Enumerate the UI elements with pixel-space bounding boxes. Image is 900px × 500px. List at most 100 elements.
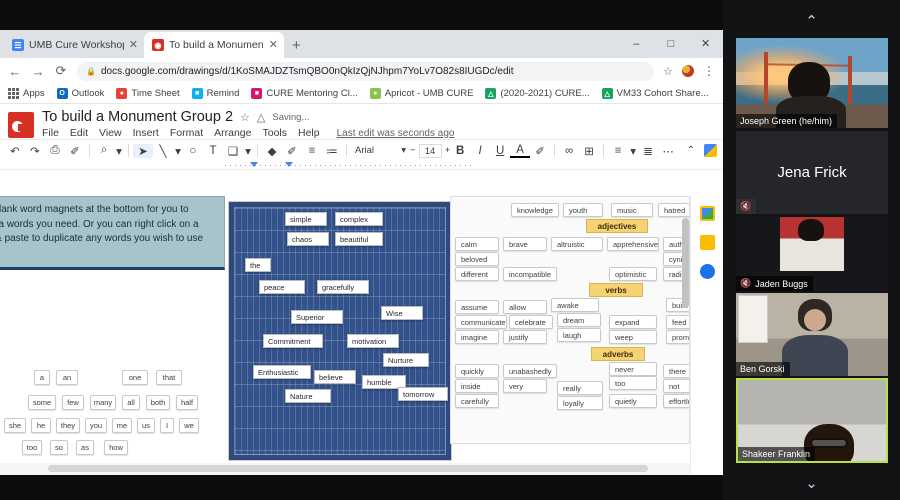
magnet-laugh[interactable]: laugh [557, 328, 601, 342]
font-size-value[interactable]: 14 [419, 144, 442, 158]
browser-tab-1[interactable]: ☰ UMB Cure Workshop Concept.d ✕ [4, 32, 144, 58]
magnet-weep[interactable]: weep [609, 330, 657, 344]
keep-icon[interactable] [700, 235, 715, 250]
canvas-magnet[interactable]: Superior [291, 310, 343, 324]
canvas-magnet[interactable]: Enthusiastic [253, 365, 311, 379]
magnet-one[interactable]: one [122, 370, 148, 385]
textbox-tool-button[interactable]: T [203, 145, 223, 157]
video-tile-ben-gorski[interactable]: Ben Gorski [736, 293, 888, 376]
menu-arrange[interactable]: Arrange [214, 127, 251, 139]
video-tile-jena-frick[interactable]: Jena Frick 🔇 [736, 131, 888, 214]
magnet-some[interactable]: some [28, 395, 56, 410]
magnet-there[interactable]: there [663, 364, 690, 378]
ruler-indent-marker[interactable] [250, 162, 258, 167]
close-icon[interactable]: ✕ [269, 40, 278, 51]
magnet-carefully[interactable]: carefully [455, 394, 499, 408]
canvas-magnet[interactable]: simple [285, 212, 327, 226]
scroll-up-chevron-icon[interactable]: ⌃ [723, 12, 900, 30]
align-button[interactable]: ≡ [608, 145, 628, 157]
magnet-too[interactable]: too [22, 440, 42, 455]
line-caret-icon[interactable]: ▾ [173, 144, 183, 158]
magnet-expand[interactable]: expand [609, 315, 657, 329]
border-color-button[interactable]: ✐ [282, 144, 302, 158]
magnet-that[interactable]: that [156, 370, 182, 385]
magnet-allow[interactable]: allow [503, 300, 547, 314]
canvas-magnet[interactable]: Commitment [263, 334, 323, 348]
menu-insert[interactable]: Insert [133, 127, 159, 139]
horizontal-scrollbar[interactable] [48, 465, 648, 472]
menu-file[interactable]: File [42, 127, 59, 139]
magnet-few[interactable]: few [62, 395, 84, 410]
browser-tab-2[interactable]: ◉ To build a Monument Group 2 - ✕ [144, 32, 284, 58]
magnet-effortlessly[interactable]: effortles [663, 394, 690, 408]
bold-button[interactable]: B [450, 145, 470, 157]
underline-button[interactable]: U [490, 145, 510, 157]
font-size-stepper[interactable]: − 14 + [410, 144, 450, 158]
reload-icon[interactable]: ⟳ [54, 63, 68, 79]
magnet-communicate[interactable]: communicate [455, 315, 507, 329]
forward-icon[interactable]: → [31, 64, 45, 79]
paint-format-button[interactable]: ✐ [65, 144, 85, 158]
highlight-color-button[interactable]: ✐ [530, 144, 550, 158]
magnet-incompatible[interactable]: incompatible [503, 267, 557, 281]
undo-button[interactable]: ↶ [5, 144, 25, 158]
italic-button[interactable]: I [470, 145, 490, 157]
bookmark-remind[interactable]: ■ Remind [192, 88, 240, 99]
text-color-button[interactable]: A [510, 144, 530, 158]
magnet-promise[interactable]: promise [666, 330, 690, 344]
magnet-unabashedly[interactable]: unabashedly [503, 364, 557, 378]
drawing-canvas[interactable]: simple complex chaos beautiful the peace… [228, 201, 452, 461]
magnet-really[interactable]: really [557, 381, 603, 395]
fill-color-button[interactable]: ◆ [262, 144, 282, 158]
magnet-they[interactable]: they [56, 418, 80, 433]
scroll-down-chevron-icon[interactable]: ⌄ [723, 474, 900, 492]
canvas-magnet[interactable]: gracefully [317, 280, 369, 294]
magnet-never[interactable]: never [609, 362, 657, 376]
magnet-many[interactable]: many [90, 395, 116, 410]
calendar-icon[interactable] [700, 206, 715, 221]
magnet-hatred[interactable]: hatred [658, 203, 690, 217]
bookmark-star-icon[interactable]: ☆ [663, 65, 673, 78]
magnet-apprehensive[interactable]: apprehensive [607, 237, 659, 251]
magnet-i[interactable]: I [160, 418, 174, 433]
canvas-magnet[interactable]: Nurture [383, 353, 429, 367]
magnet-half[interactable]: half [176, 395, 198, 410]
magnet-how[interactable]: how [104, 440, 128, 455]
magnet-you[interactable]: you [85, 418, 107, 433]
magnet-an[interactable]: an [56, 370, 78, 385]
line-spacing-button[interactable]: ≣ [638, 144, 658, 158]
image-tool-button[interactable]: ❑ [223, 144, 243, 158]
canvas-magnet[interactable]: Nature [285, 389, 331, 403]
extension-icon[interactable] [682, 65, 694, 77]
magnet-calm[interactable]: calm [455, 237, 499, 251]
canvas-magnet[interactable]: chaos [287, 232, 329, 246]
zoom-caret-icon[interactable]: ▾ [114, 144, 124, 158]
menu-format[interactable]: Format [170, 127, 203, 139]
magnet-me[interactable]: me [112, 418, 132, 433]
magnet-we[interactable]: we [179, 418, 199, 433]
border-dash-button[interactable]: ≔ [322, 144, 342, 158]
magnet-youth[interactable]: youth [563, 203, 603, 217]
magnet-feed[interactable]: feed [666, 315, 690, 329]
magnet-both[interactable]: both [146, 395, 170, 410]
minimize-button[interactable]: – [621, 30, 651, 58]
border-weight-button[interactable]: ≡ [302, 145, 322, 157]
canvas-magnet[interactable]: believe [314, 370, 356, 384]
collapse-toolbar-icon[interactable]: ⌃ [687, 145, 695, 156]
menu-help[interactable]: Help [298, 127, 320, 139]
canvas-magnet[interactable]: motivation [347, 334, 399, 348]
tasks-icon[interactable] [700, 264, 715, 279]
magnet-dream[interactable]: dream [557, 313, 601, 327]
magnet-knowledge[interactable]: knowledge [511, 203, 559, 217]
magnet-brave[interactable]: brave [503, 237, 547, 251]
canvas-magnet[interactable]: complex [335, 212, 383, 226]
address-bar[interactable]: 🔒 docs.google.com/drawings/d/1KoSMAJDZTs… [77, 62, 654, 81]
magnet-quickly[interactable]: quickly [455, 364, 499, 378]
magnet-not[interactable]: not [663, 379, 690, 393]
magnet-awake[interactable]: awake [551, 298, 599, 312]
magnet-too[interactable]: too [609, 376, 657, 390]
bookmark-timesheet[interactable]: ● Time Sheet [116, 88, 179, 99]
add-comment-button[interactable]: ⊞ [579, 144, 599, 158]
menu-view[interactable]: View [99, 127, 122, 139]
ruler-indent-marker[interactable] [285, 162, 293, 167]
